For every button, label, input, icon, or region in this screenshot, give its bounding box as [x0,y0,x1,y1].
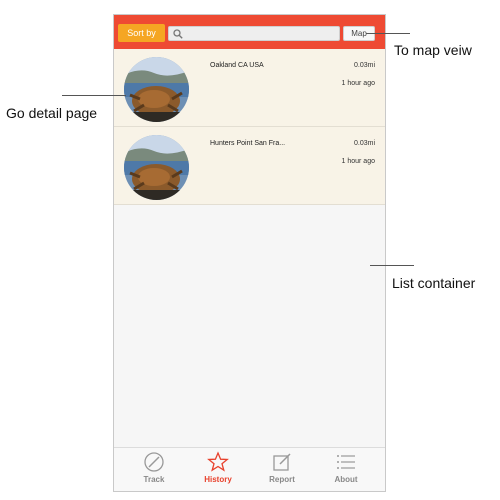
distance-label: 0.03mi [353,62,375,69]
crab-photo-avatar[interactable] [124,57,189,122]
distance-label: 0.03mi [353,140,375,147]
tab-about[interactable]: About [321,451,371,491]
map-view-annotation: To map veiw [394,42,472,58]
crab-photo-avatar[interactable] [124,135,189,200]
phone-screen: Sort by Map Oakland CA USA 0.03mi 1 hour… [113,14,386,492]
map-view-pointer [366,33,410,34]
tab-label: Report [269,475,295,484]
search-input[interactable] [168,26,340,41]
tab-track[interactable]: Track [129,451,179,491]
history-list: Oakland CA USA 0.03mi 1 hour ago Hunters… [114,49,385,205]
list-item[interactable]: Hunters Point San Fra... 0.03mi 1 hour a… [114,127,385,205]
tab-label: History [204,475,232,484]
tab-report[interactable]: Report [257,451,307,491]
compass-icon [144,452,164,472]
location-title: Oakland CA USA [210,62,264,69]
list-container-annotation: List container [392,275,476,291]
list-item[interactable]: Oakland CA USA 0.03mi 1 hour ago [114,49,385,127]
list-container [114,205,385,449]
tab-history[interactable]: History [193,451,243,491]
search-icon [173,29,183,39]
edit-icon [273,453,291,471]
detail-page-annotation: Go detail page [6,105,98,121]
list-icon [337,455,355,469]
timestamp-label: 1 hour ago [341,80,375,87]
list-container-pointer [370,265,414,266]
detail-page-pointer [62,95,126,96]
top-bar: Sort by Map [114,15,385,49]
tab-label: Track [143,475,165,484]
timestamp-label: 1 hour ago [341,158,375,165]
tab-label: About [334,475,358,484]
location-title: Hunters Point San Fra... [210,140,286,147]
sort-by-button[interactable]: Sort by [118,24,165,42]
tab-bar: Track History Report About [114,447,385,491]
star-icon [207,451,229,472]
